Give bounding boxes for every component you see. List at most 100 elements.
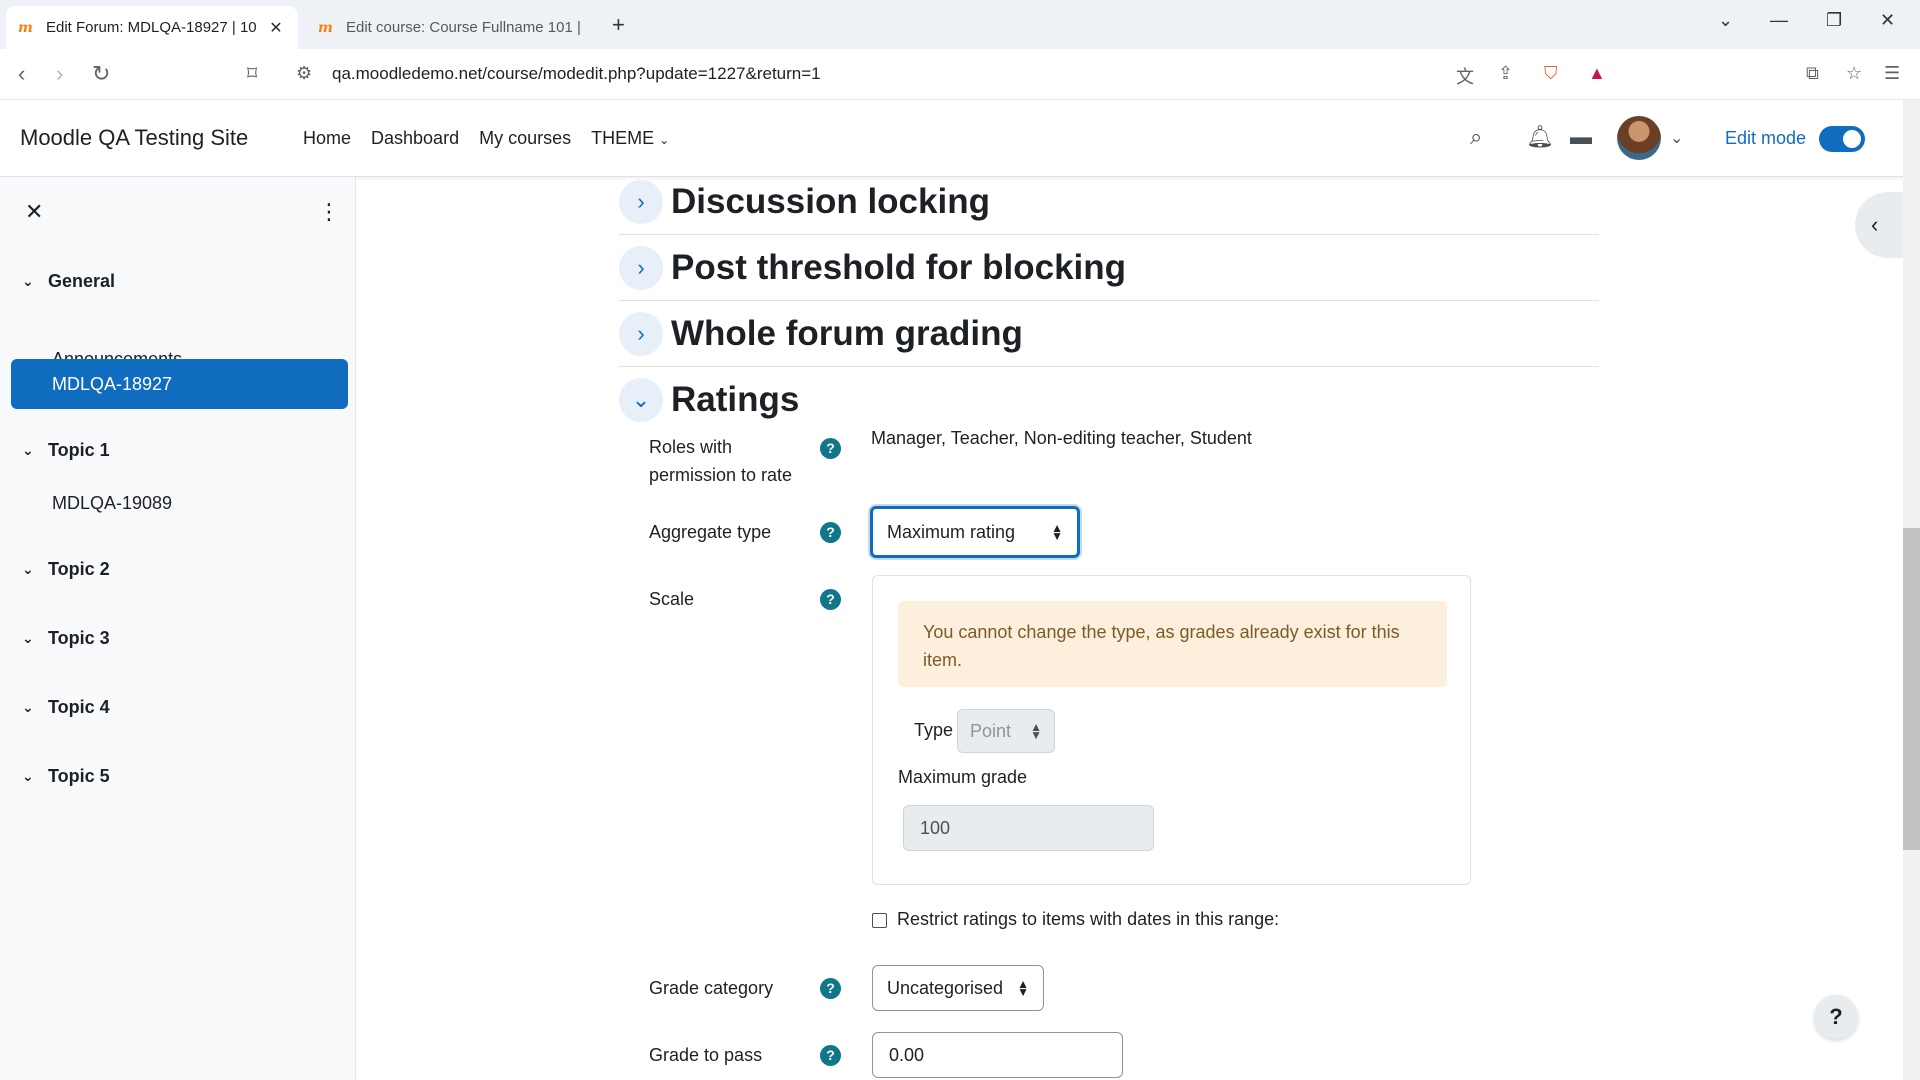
nav-my-courses[interactable]: My courses [479,128,571,149]
nav-dashboard[interactable]: Dashboard [371,128,459,149]
window-close-icon[interactable]: ✕ [1880,10,1895,31]
section-topic-4[interactable]: ⌄ Topic 4 [22,697,110,718]
help-icon[interactable]: ? [820,1045,841,1066]
bell-icon[interactable]: 🔔︎ [1526,124,1554,150]
chevron-down-icon[interactable]: ⌄ [22,273,48,290]
scale-group: You cannot change the type, as grades al… [872,575,1471,885]
chevron-down-icon[interactable]: ⌄ [22,699,48,716]
max-grade-label: Maximum grade [898,767,1028,787]
url-field[interactable]: qa.moodledemo.net/course/modedit.php?upd… [332,64,821,84]
tab-title: Edit course: Course Fullname 101 | M [346,19,586,36]
new-tab-button[interactable]: + [612,12,625,38]
share-icon[interactable]: ⇪ [1498,63,1513,84]
section-title: General [48,271,116,291]
grade-category-select[interactable]: Uncategorised ▲ ▼ [872,965,1044,1011]
section-topic-2[interactable]: ⌄ Topic 2 [22,559,110,580]
forward-icon[interactable]: › [56,61,63,87]
restrict-ratings-label[interactable]: Restrict ratings to items with dates in … [897,909,1279,930]
scale-label: Scale [649,589,695,609]
chevron-down-icon[interactable]: ⌄ [22,768,48,785]
max-grade-input[interactable]: 100 [903,805,1154,851]
nav-theme[interactable]: THEME ⌄ [591,128,669,149]
chevron-right-icon[interactable]: › [619,245,663,290]
activity-mdlqa-19089[interactable]: MDLQA-19089 [11,478,348,528]
translate-icon[interactable]: 文 [1456,63,1474,89]
brave-rewards-icon[interactable]: ▲ [1588,63,1606,84]
roles-label-line-2: permission to rate [649,465,793,485]
kebab-menu-icon[interactable]: ⋮ [318,199,340,225]
help-icon[interactable]: ? [820,438,841,459]
scale-warning-alert: You cannot change the type, as grades al… [898,601,1447,687]
chevron-down-icon: ⌄ [659,133,670,147]
chevron-down-icon[interactable]: ⌄ [619,378,663,422]
back-icon[interactable]: ‹ [18,61,25,87]
edit-mode-label: Edit mode [1725,128,1807,148]
moodle-favicon-icon: m [318,19,333,36]
user-menu-chevron-down-icon[interactable]: ⌄ [1670,128,1683,148]
type-select[interactable]: Point ▲ ▼ [957,709,1055,753]
chevron-down-icon[interactable]: ⌄ [22,561,48,578]
help-icon[interactable]: ? [820,589,841,610]
fieldset-ratings[interactable]: ⌄ Ratings [619,367,1599,433]
chevron-down-icon[interactable]: ⌄ [22,442,48,459]
section-title: Topic 2 [48,559,110,579]
chevron-down-icon[interactable]: ⌄ [22,630,48,647]
roles-label-line-1: Roles with [649,437,733,457]
favorites-icon[interactable]: ☆ [1846,63,1862,84]
reload-icon[interactable]: ↻ [92,61,110,87]
edit-mode-toggle[interactable] [1819,126,1865,152]
bookmark-icon[interactable]: ⌑ [247,61,257,86]
restrict-ratings-checkbox[interactable] [872,913,887,928]
course-index-drawer: ✕ ⋮ ⌄ General Announcements MDLQA-18927 … [0,177,356,1080]
nav-home[interactable]: Home [303,128,351,149]
select-arrows-icon: ▲ ▼ [1051,521,1063,543]
max-grade-value: 100 [920,817,951,838]
activity-mdlqa-18927[interactable]: MDLQA-18927 [11,359,348,409]
minimize-icon[interactable]: — [1770,10,1788,31]
chevron-right-icon[interactable]: › [619,311,663,356]
type-value: Point [970,720,1012,741]
browser-tab-inactive[interactable]: m Edit course: Course Fullname 101 | M [306,6,598,49]
restore-icon[interactable]: ❐ [1826,10,1842,31]
section-general[interactable]: ⌄ General [22,271,115,292]
fieldset-whole-forum-grading[interactable]: › Whole forum grading [619,301,1599,367]
tab-title: Edit Forum: MDLQA-18927 | 10 [46,19,257,36]
section-topic-5[interactable]: ⌄ Topic 5 [22,766,110,787]
fieldset-title: Whole forum grading [671,313,1023,353]
close-tab-icon[interactable]: ✕ [266,18,286,38]
help-icon[interactable]: ? [820,978,841,999]
help-fab-button[interactable]: ? [1814,995,1858,1039]
fieldset-post-threshold[interactable]: › Post threshold for blocking [619,235,1599,301]
aggregate-type-label: Aggregate type [649,522,772,542]
menu-icon[interactable]: ☰ [1884,63,1900,84]
help-icon[interactable]: ? [820,522,841,543]
section-title: Topic 5 [48,766,110,786]
search-icon[interactable]: ⌕ [1470,124,1482,150]
grade-to-pass-input[interactable]: 0.00 [872,1032,1123,1078]
page-scrollbar-thumb[interactable] [1903,528,1920,850]
extensions-icon[interactable]: ⧉ [1806,63,1819,84]
fieldset-title: Discussion locking [671,181,990,221]
chat-icon[interactable]: ▬ [1570,124,1592,150]
browser-tab-active[interactable]: m Edit Forum: MDLQA-18927 | 10 ✕ [6,6,298,49]
site-name[interactable]: Moodle QA Testing Site [20,125,248,151]
user-avatar[interactable] [1617,116,1661,160]
close-drawer-icon[interactable]: ✕ [25,199,43,225]
aggregate-type-value: Maximum rating [887,521,1016,542]
grade-category-value: Uncategorised [887,977,1004,998]
fieldset-discussion-locking[interactable]: › Discussion locking [619,177,1599,235]
chevron-right-icon[interactable]: › [619,179,663,224]
section-topic-3[interactable]: ⌄ Topic 3 [22,628,110,649]
moodle-navbar: Moodle QA Testing Site Home Dashboard My… [0,100,1920,177]
nav-theme-label: THEME [591,128,655,148]
brave-shield-icon[interactable]: ⛉ [1544,63,1558,84]
section-topic-1[interactable]: ⌄ Topic 1 [22,440,110,461]
tab-search-chevron-icon[interactable]: ⌄ [1718,10,1733,31]
section-title: Topic 3 [48,628,110,648]
fieldset-title: Post threshold for blocking [671,247,1127,287]
aggregate-type-select[interactable]: Maximum rating ▲ ▼ [870,506,1080,558]
site-settings-icon[interactable]: ⚙ [296,63,312,84]
chevron-left-icon: ‹ [1871,212,1879,237]
select-arrows-icon: ▲ ▼ [1030,720,1042,742]
grade-to-pass-value: 0.00 [889,1044,925,1065]
